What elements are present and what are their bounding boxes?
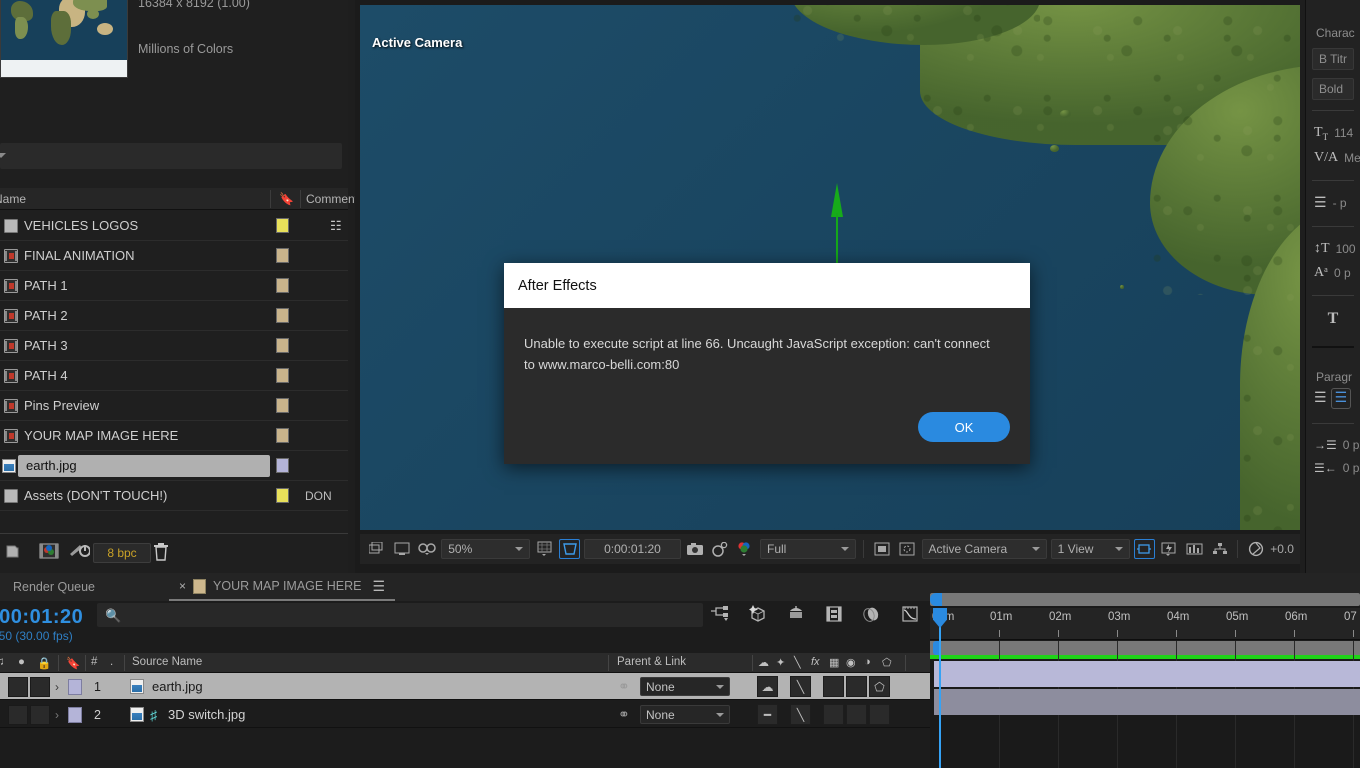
dialog-message: Unable to execute script at line 66. Unc…	[524, 336, 990, 372]
modal-overlay: After Effects Unable to execute script a…	[0, 0, 1360, 768]
ok-button[interactable]: OK	[918, 412, 1010, 442]
dialog-title: After Effects	[504, 263, 1030, 308]
after-effects-alert-dialog: After Effects Unable to execute script a…	[504, 263, 1030, 464]
